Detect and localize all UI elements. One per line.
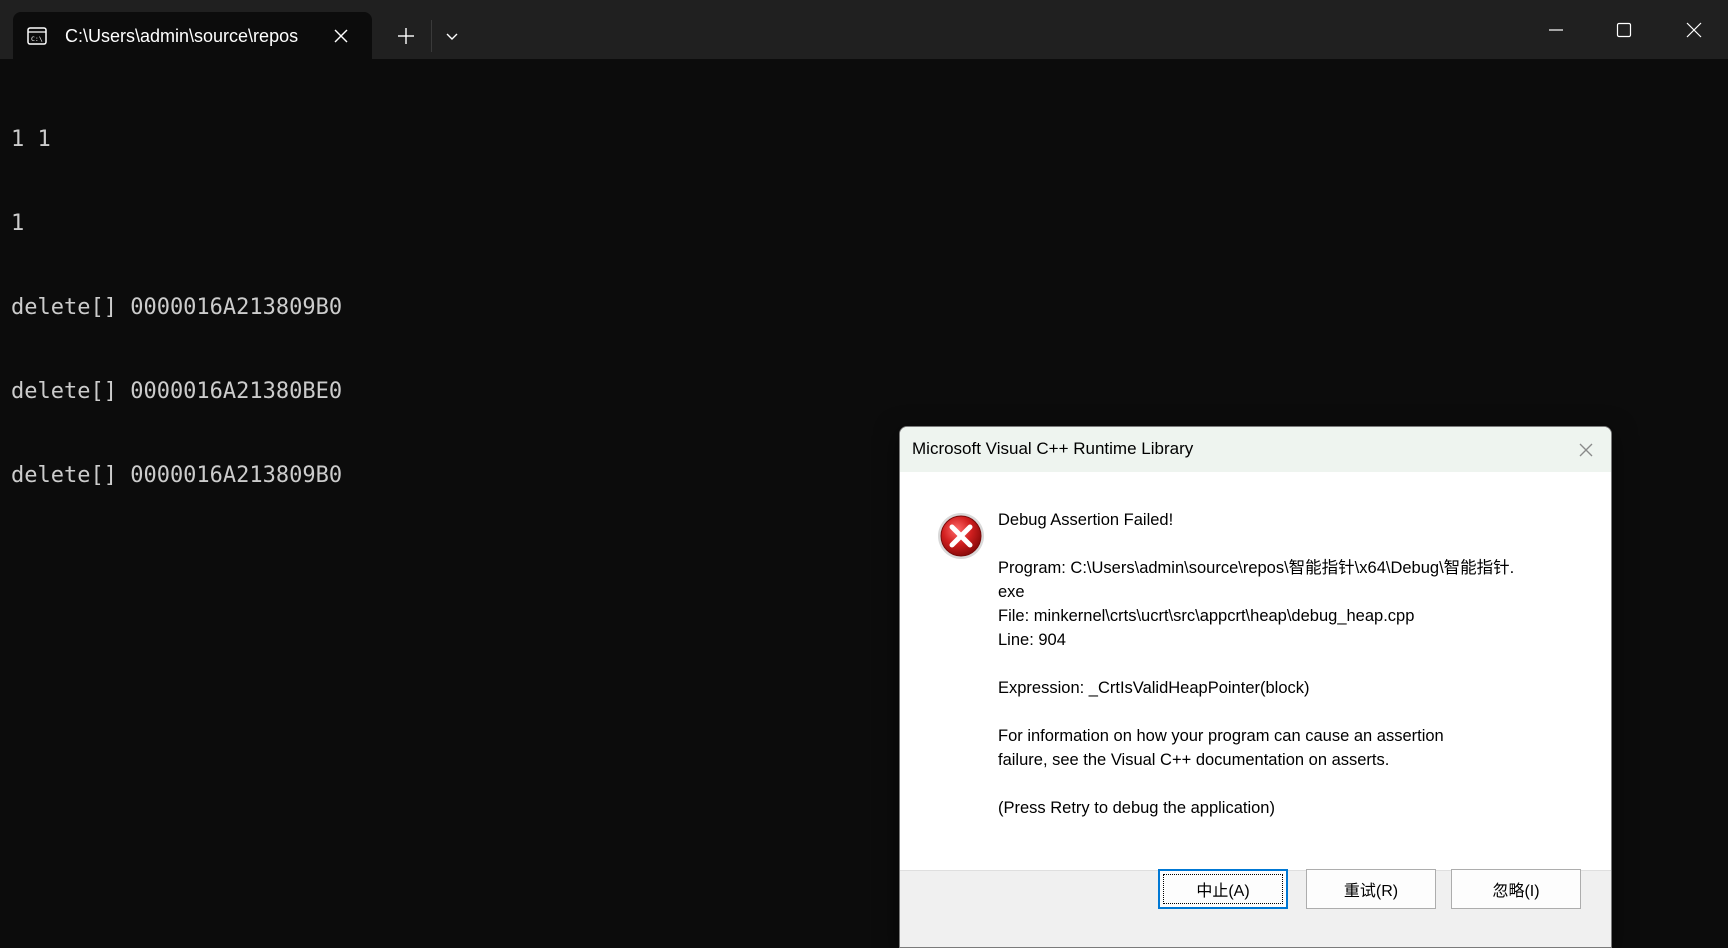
tab-close-icon[interactable] — [329, 24, 353, 48]
retry-hint: (Press Retry to debug the application) — [998, 799, 1275, 817]
chevron-down-icon[interactable] — [438, 22, 466, 50]
info-text: failure, see the Visual C++ documentatio… — [998, 751, 1390, 769]
console-line: 1 — [11, 211, 25, 236]
console-line: delete[] 0000016A213809B0 — [11, 295, 343, 320]
dialog-heading: Debug Assertion Failed! — [998, 511, 1174, 529]
assertion-dialog: Microsoft Visual C++ Runtime Library Deb… — [899, 426, 1612, 948]
dialog-body: Debug Assertion Failed! Program: C:\User… — [900, 472, 1611, 896]
program-path-continued: exe — [998, 583, 1025, 601]
program-path: Program: C:\Users\admin\source\repos\智能指… — [998, 559, 1515, 577]
terminal-tab[interactable]: C:\ C:\Users\admin\source\repos — [13, 12, 372, 59]
tab-title: C:\Users\admin\source\repos — [65, 26, 299, 46]
file-path: File: minkernel\crts\ucrt\src\appcrt\hea… — [998, 607, 1415, 625]
console-line: delete[] 0000016A213809B0 — [11, 463, 343, 488]
console-line: delete[] 0000016A21380BE0 — [11, 379, 343, 404]
expression: Expression: _CrtIsValidHeapPointer(block… — [998, 679, 1310, 697]
close-icon[interactable] — [1660, 0, 1728, 59]
error-icon — [937, 512, 985, 560]
dialog-title: Microsoft Visual C++ Runtime Library — [912, 439, 1194, 458]
minimize-icon[interactable] — [1522, 0, 1590, 59]
console-line: 1 1 — [11, 127, 51, 152]
abort-button[interactable]: 中止(A) — [1158, 869, 1288, 909]
ignore-button[interactable]: 忽略(I) — [1451, 869, 1581, 909]
dialog-message: Debug Assertion Failed! Program: C:\User… — [998, 508, 1578, 820]
terminal-titlebar: C:\ C:\Users\admin\source\repos — [0, 0, 1728, 59]
maximize-icon[interactable] — [1590, 0, 1658, 59]
line-number: Line: 904 — [998, 631, 1066, 649]
plus-icon[interactable] — [392, 22, 420, 50]
console-icon: C:\ — [27, 26, 47, 46]
dialog-close-icon[interactable] — [1575, 439, 1597, 461]
svg-text:C:\: C:\ — [31, 35, 43, 43]
dialog-titlebar[interactable]: Microsoft Visual C++ Runtime Library — [900, 427, 1611, 472]
console-output[interactable]: 1 1 1 delete[] 0000016A213809B0 delete[]… — [11, 70, 1011, 518]
tab-separator — [431, 20, 432, 52]
retry-button[interactable]: 重试(R) — [1306, 869, 1436, 909]
info-text: For information on how your program can … — [998, 727, 1444, 745]
